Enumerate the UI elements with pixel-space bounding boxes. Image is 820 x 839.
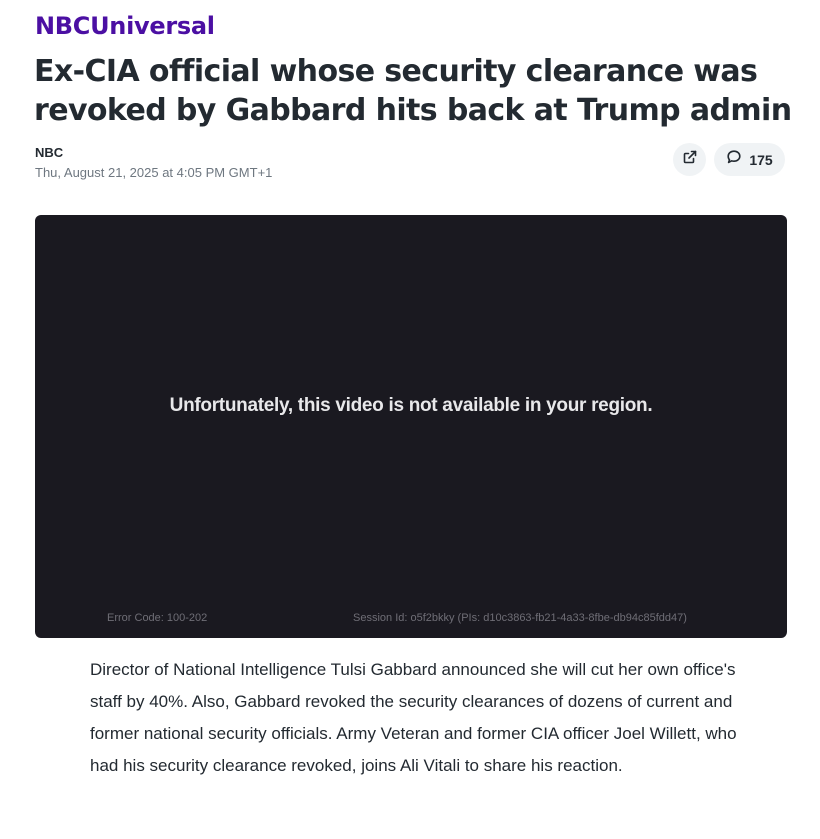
video-error-code: Error Code: 100-202: [107, 612, 208, 624]
article-headline: Ex-CIA official whose security clearance…: [34, 54, 792, 128]
video-unavailable-message: Unfortunately, this video is not availab…: [169, 395, 653, 416]
speech-bubble-icon: [726, 149, 742, 170]
article-summary: Director of National Intelligence Tulsi …: [90, 660, 737, 775]
article-source: NBC: [35, 145, 64, 160]
external-link-icon: [682, 149, 698, 170]
comments-button[interactable]: 175: [714, 143, 785, 176]
brand-logo[interactable]: NBCUniversal: [35, 12, 215, 40]
video-session-id: Session Id: o5f2bkky (PIs: d10c3863-fb21…: [353, 612, 687, 624]
share-button[interactable]: [673, 143, 706, 176]
comment-count: 175: [749, 151, 773, 168]
article-timestamp: Thu, August 21, 2025 at 4:05 PM GMT+1: [35, 165, 273, 180]
video-player[interactable]: Unfortunately, this video is not availab…: [35, 215, 787, 638]
